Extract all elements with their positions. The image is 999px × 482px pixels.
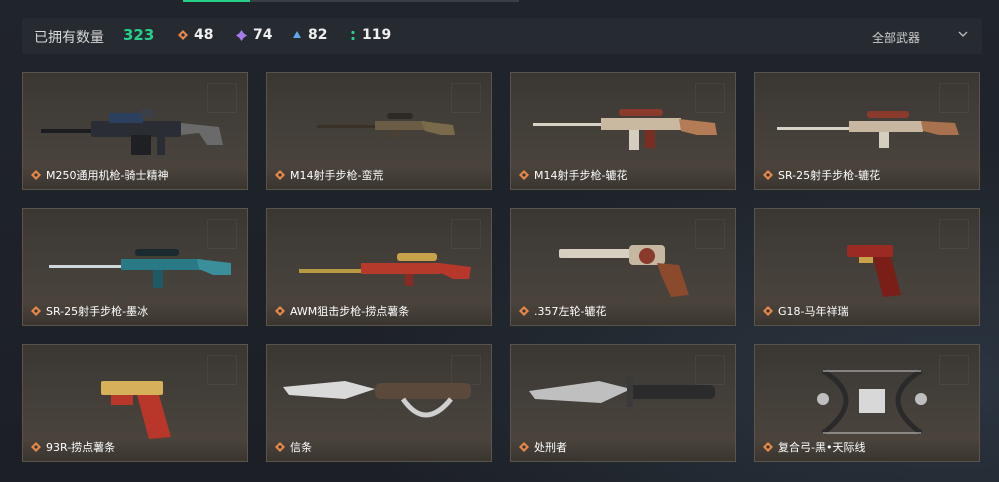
weapon-name: SR-25射手步枪-墨冰: [46, 305, 149, 318]
weapon-name: M14射手步枪-辘花: [534, 169, 628, 182]
orange-rarity-icon: [178, 30, 188, 40]
purple-rarity-icon: [236, 29, 247, 41]
orange-rarity-icon: [31, 306, 41, 316]
weapon-card[interactable]: M250通用机枪-骑士精神: [22, 72, 248, 190]
weapon-card[interactable]: 93R-捞点薯条: [22, 344, 248, 462]
weapon-card[interactable]: 处刑者: [510, 344, 736, 462]
stat-orange: 48: [178, 27, 213, 43]
weapon-name: AWM狙击步枪-捞点薯条: [290, 305, 410, 318]
orange-rarity-icon: [31, 442, 41, 452]
weapon-filter-dropdown[interactable]: 全部武器: [872, 29, 920, 46]
orange-rarity-icon: [519, 306, 529, 316]
weapon-card[interactable]: 信条: [266, 344, 492, 462]
sniper-rifle-image: [299, 253, 471, 286]
stat-green: 119: [350, 27, 391, 43]
weapon-card[interactable]: M14射手步枪-辘花: [510, 72, 736, 190]
weapon-name: .357左轮-辘花: [534, 305, 607, 318]
weapon-name: G18-马年祥瑞: [778, 305, 849, 318]
orange-rarity-icon: [31, 170, 41, 180]
rifle-image: [317, 113, 455, 138]
chevron-down-icon[interactable]: [958, 29, 968, 39]
weapon-name: M14射手步枪-蛮荒: [290, 169, 384, 182]
rifle-image: [533, 109, 717, 150]
inventory-summary-bar: 已拥有数量 323 48 74 82 119 全部武器: [22, 18, 982, 54]
top-tab-indicator: [183, 0, 519, 2]
weapon-card[interactable]: G18-马年祥瑞: [754, 208, 980, 326]
weapon-name: 信条: [290, 441, 312, 454]
weapon-card[interactable]: M14射手步枪-蛮荒: [266, 72, 492, 190]
orange-rarity-icon: [275, 170, 285, 180]
knife-image: [529, 377, 715, 407]
weapon-name: 复合弓-黑•天际线: [778, 441, 866, 454]
weapon-card[interactable]: 复合弓-黑•天际线: [754, 344, 980, 462]
owned-label: 已拥有数量: [34, 30, 104, 46]
weapon-name: 处刑者: [534, 441, 567, 454]
blue-rarity-icon: [293, 31, 301, 38]
orange-rarity-icon: [519, 170, 529, 180]
weapon-card[interactable]: .357左轮-辘花: [510, 208, 736, 326]
stat-orange-value: 48: [194, 27, 214, 43]
active-tab-underline: [183, 0, 250, 2]
orange-rarity-icon: [763, 306, 773, 316]
green-rarity-icon: [351, 30, 355, 40]
orange-rarity-icon: [763, 170, 773, 180]
compound-bow-image: [817, 368, 927, 436]
knife-image: [283, 381, 471, 418]
orange-rarity-icon: [519, 442, 529, 452]
pistol-image: [847, 245, 901, 297]
rifle-image: [49, 249, 231, 288]
stat-purple: 74: [236, 27, 272, 43]
rifle-image: [777, 111, 959, 148]
weapon-name: SR-25射手步枪-辘花: [778, 169, 881, 182]
pistol-image: [101, 381, 171, 439]
stat-blue: 82: [292, 27, 327, 43]
stat-purple-value: 74: [253, 27, 273, 43]
machine-gun-image: [41, 109, 223, 155]
owned-count: 323: [123, 26, 155, 44]
orange-rarity-icon: [275, 442, 285, 452]
weapon-card[interactable]: SR-25射手步枪-墨冰: [22, 208, 248, 326]
stat-blue-value: 82: [308, 27, 328, 43]
orange-rarity-icon: [275, 306, 285, 316]
weapon-card[interactable]: SR-25射手步枪-辘花: [754, 72, 980, 190]
revolver-image: [559, 245, 689, 297]
weapon-name: M250通用机枪-骑士精神: [46, 169, 169, 182]
weapon-name: 93R-捞点薯条: [46, 441, 116, 454]
weapon-card[interactable]: AWM狙击步枪-捞点薯条: [266, 208, 492, 326]
stat-green-value: 119: [362, 27, 392, 43]
orange-rarity-icon: [763, 442, 773, 452]
